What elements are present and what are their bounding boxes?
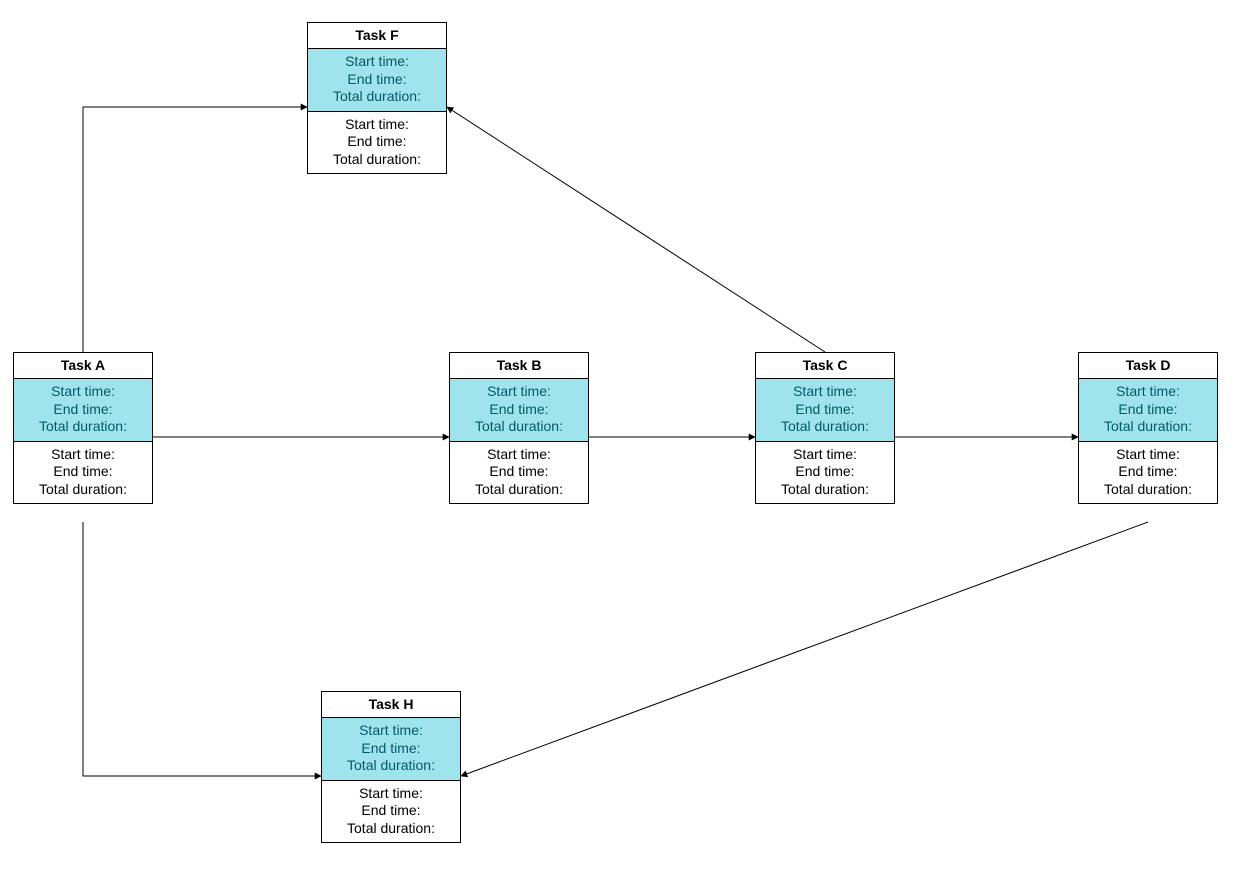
task-node-f: Task F Start time: End time: Total durat…: [307, 22, 447, 174]
edge-a-f: [83, 107, 307, 352]
start-time-label: Start time:: [1079, 446, 1217, 464]
task-actual-block: Start time: End time: Total duration:: [14, 442, 152, 504]
task-title: Task C: [756, 353, 894, 379]
total-duration-label: Total duration:: [450, 418, 588, 436]
total-duration-label: Total duration:: [14, 418, 152, 436]
task-node-a: Task A Start time: End time: Total durat…: [13, 352, 153, 504]
end-time-label: End time:: [1079, 463, 1217, 481]
task-node-d: Task D Start time: End time: Total durat…: [1078, 352, 1218, 504]
end-time-label: End time:: [308, 133, 446, 151]
start-time-label: Start time:: [450, 383, 588, 401]
total-duration-label: Total duration:: [322, 757, 460, 775]
end-time-label: End time:: [756, 463, 894, 481]
task-actual-block: Start time: End time: Total duration:: [308, 112, 446, 174]
start-time-label: Start time:: [1079, 383, 1217, 401]
end-time-label: End time:: [450, 401, 588, 419]
task-title: Task H: [322, 692, 460, 718]
edge-c-f: [447, 107, 825, 352]
edge-a-h: [83, 522, 321, 776]
task-title: Task A: [14, 353, 152, 379]
start-time-label: Start time:: [322, 785, 460, 803]
end-time-label: End time:: [322, 740, 460, 758]
task-title: Task D: [1079, 353, 1217, 379]
end-time-label: End time:: [14, 463, 152, 481]
task-scheduled-block: Start time: End time: Total duration:: [1079, 379, 1217, 442]
task-node-c: Task C Start time: End time: Total durat…: [755, 352, 895, 504]
task-scheduled-block: Start time: End time: Total duration:: [308, 49, 446, 112]
diagram-canvas: { "labels": { "start": "Start time:", "e…: [0, 0, 1254, 876]
task-scheduled-block: Start time: End time: Total duration:: [450, 379, 588, 442]
task-scheduled-block: Start time: End time: Total duration:: [756, 379, 894, 442]
end-time-label: End time:: [450, 463, 588, 481]
total-duration-label: Total duration:: [1079, 418, 1217, 436]
edge-d-h: [461, 522, 1148, 776]
task-actual-block: Start time: End time: Total duration:: [322, 781, 460, 843]
start-time-label: Start time:: [756, 446, 894, 464]
total-duration-label: Total duration:: [14, 481, 152, 499]
end-time-label: End time:: [14, 401, 152, 419]
total-duration-label: Total duration:: [308, 88, 446, 106]
start-time-label: Start time:: [322, 722, 460, 740]
total-duration-label: Total duration:: [450, 481, 588, 499]
task-title: Task F: [308, 23, 446, 49]
task-actual-block: Start time: End time: Total duration:: [450, 442, 588, 504]
task-node-h: Task H Start time: End time: Total durat…: [321, 691, 461, 843]
task-scheduled-block: Start time: End time: Total duration:: [14, 379, 152, 442]
start-time-label: Start time:: [14, 383, 152, 401]
total-duration-label: Total duration:: [308, 151, 446, 169]
start-time-label: Start time:: [308, 116, 446, 134]
end-time-label: End time:: [756, 401, 894, 419]
total-duration-label: Total duration:: [322, 820, 460, 838]
start-time-label: Start time:: [14, 446, 152, 464]
task-actual-block: Start time: End time: Total duration:: [756, 442, 894, 504]
task-title: Task B: [450, 353, 588, 379]
task-actual-block: Start time: End time: Total duration:: [1079, 442, 1217, 504]
task-scheduled-block: Start time: End time: Total duration:: [322, 718, 460, 781]
edges-layer: [0, 0, 1254, 876]
start-time-label: Start time:: [308, 53, 446, 71]
end-time-label: End time:: [322, 802, 460, 820]
task-node-b: Task B Start time: End time: Total durat…: [449, 352, 589, 504]
total-duration-label: Total duration:: [1079, 481, 1217, 499]
start-time-label: Start time:: [450, 446, 588, 464]
end-time-label: End time:: [308, 71, 446, 89]
total-duration-label: Total duration:: [756, 418, 894, 436]
end-time-label: End time:: [1079, 401, 1217, 419]
total-duration-label: Total duration:: [756, 481, 894, 499]
start-time-label: Start time:: [756, 383, 894, 401]
